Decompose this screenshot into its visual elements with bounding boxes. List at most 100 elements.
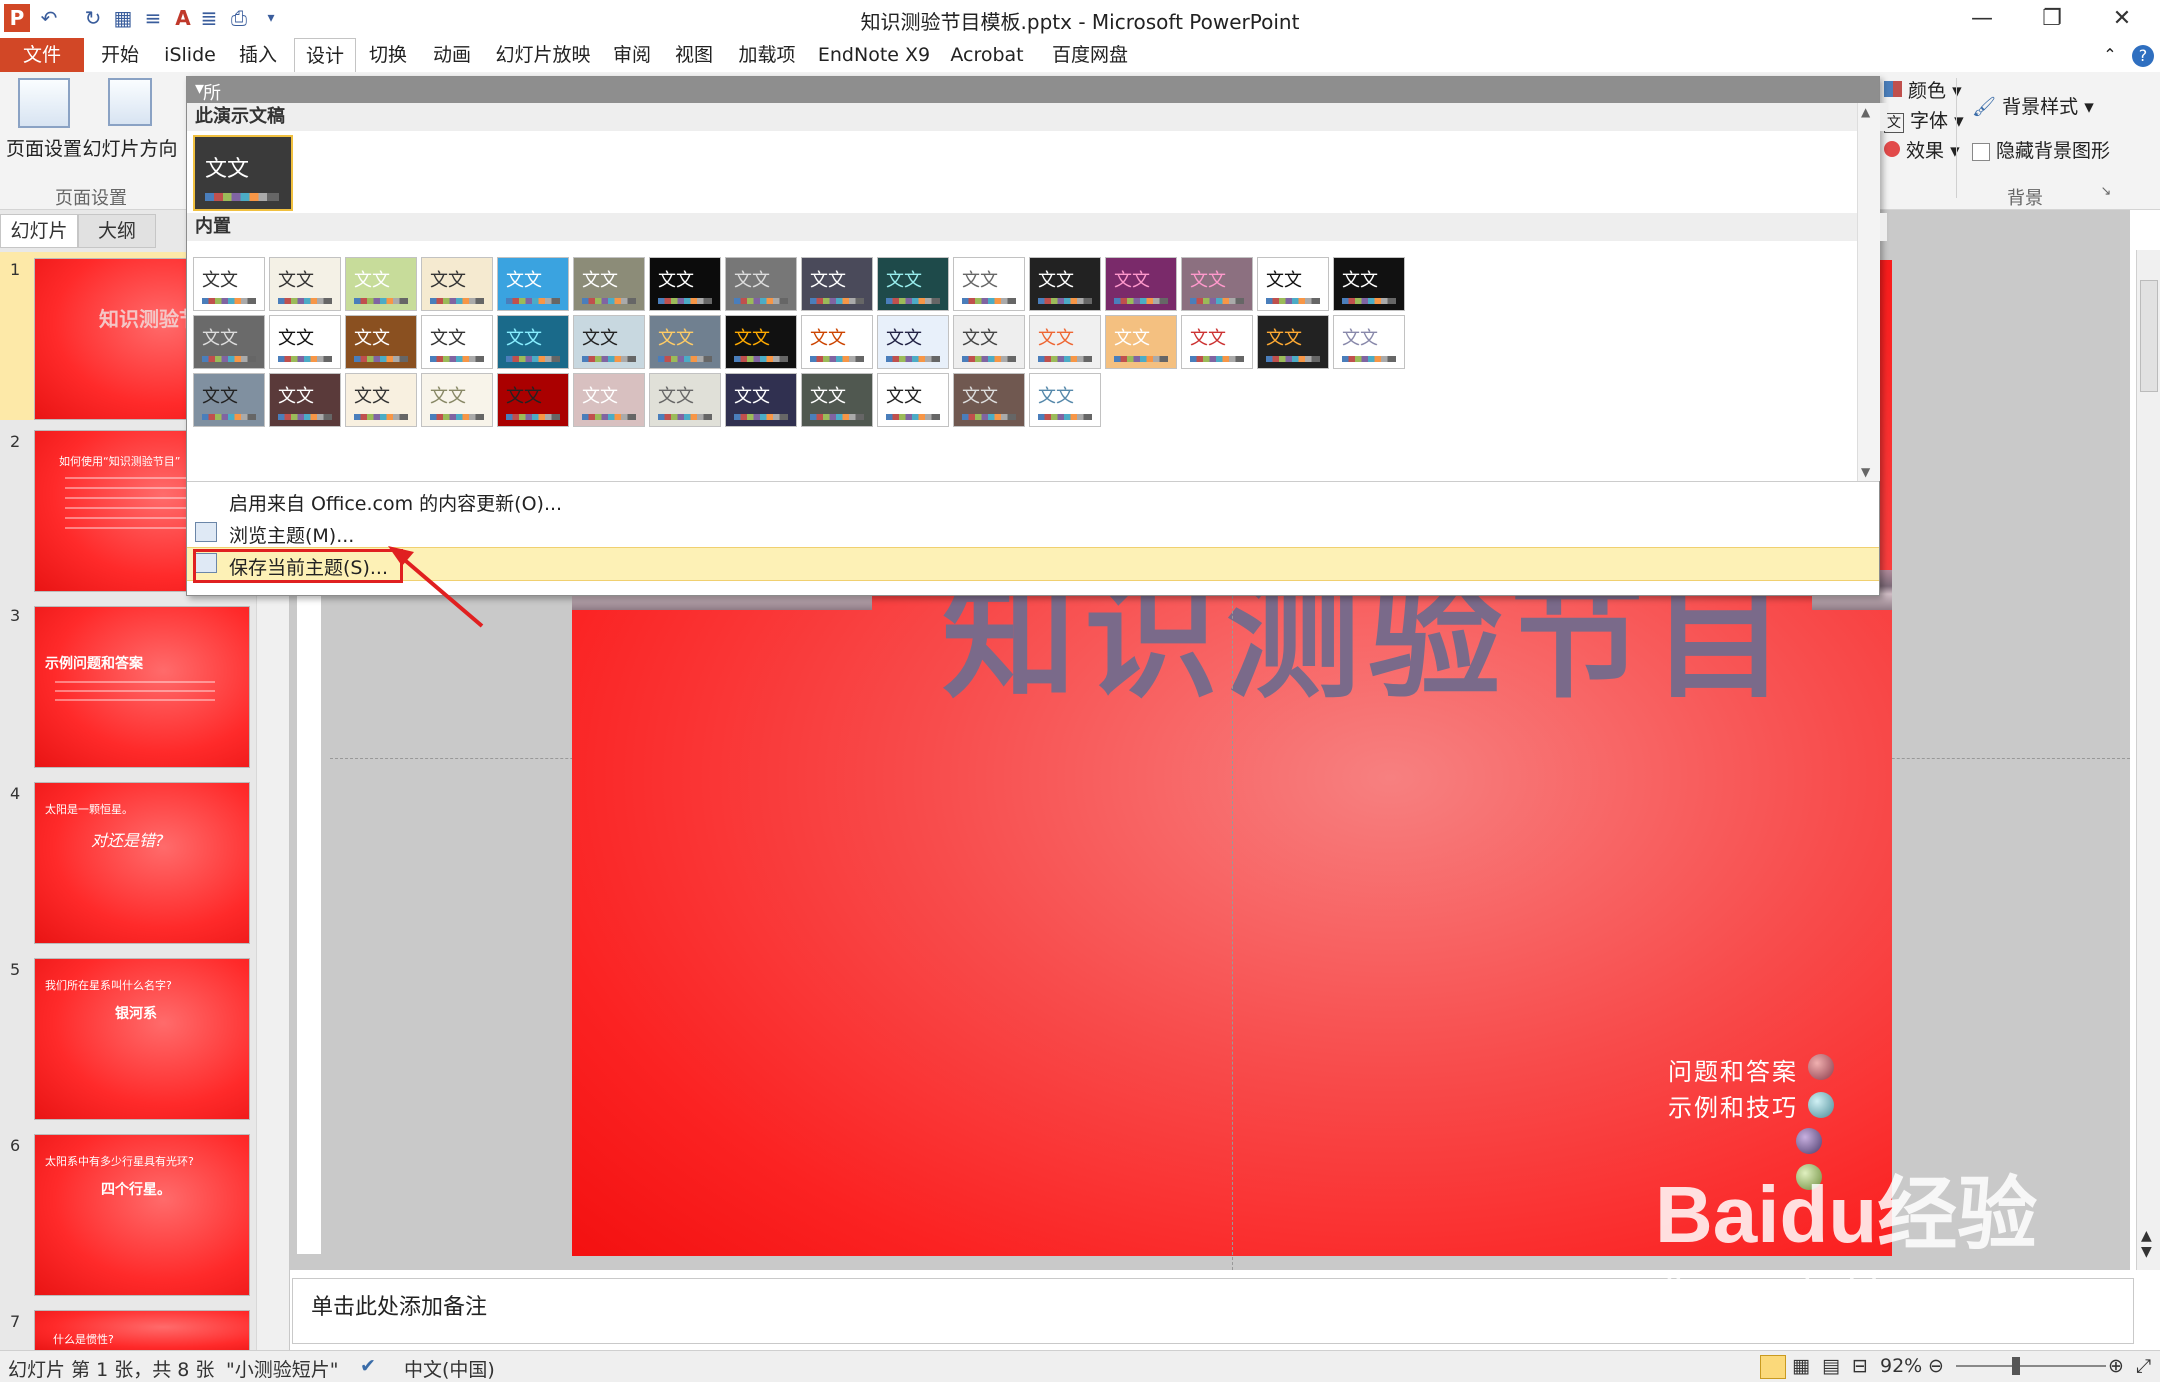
scroll-thumb[interactable] <box>2140 280 2158 392</box>
restore-button[interactable]: ❐ <box>2032 4 2072 34</box>
theme-thumbnail[interactable]: 文文 <box>345 315 417 369</box>
theme-effects-button[interactable]: 效果 ▾ <box>1884 136 1960 163</box>
theme-thumbnail[interactable]: 文文 <box>497 315 569 369</box>
theme-thumbnail[interactable]: 文文 <box>1181 257 1253 311</box>
reading-view-icon[interactable]: ▤ <box>1822 1355 1840 1377</box>
fit-to-window-icon[interactable]: ⤢ <box>2136 1355 2151 1377</box>
theme-gallery-filter[interactable]: 所有主题 ▾ <box>187 77 1879 182</box>
theme-thumbnail[interactable]: 文文 <box>573 373 645 427</box>
theme-thumbnail[interactable]: 文文 <box>1257 315 1329 369</box>
help-icon[interactable]: ? <box>2130 38 2156 72</box>
tab-slides[interactable]: 幻灯片 <box>0 214 78 248</box>
hide-background-checkbox[interactable]: 隐藏背景图形 <box>1972 136 2110 163</box>
tab-addins[interactable]: 加载项 <box>730 38 804 72</box>
background-styles-button[interactable]: 🖌 背景样式 ▾ <box>1972 92 2094 119</box>
zoom-level[interactable]: 92% <box>1880 1355 1922 1377</box>
slide-thumbnail-5[interactable]: 我们所在星系叫什么名字? 银河系 <box>34 958 250 1120</box>
theme-thumbnail[interactable]: 文文 <box>421 373 493 427</box>
theme-thumbnail[interactable]: 文文 <box>649 373 721 427</box>
spellcheck-icon[interactable]: ✔ <box>360 1355 376 1377</box>
slide-orientation-button[interactable]: 幻灯片方向 <box>82 78 178 161</box>
theme-thumbnail[interactable]: 文文 <box>649 257 721 311</box>
tab-animations[interactable]: 动画 <box>424 38 480 72</box>
theme-thumbnail[interactable]: 文文 <box>1105 257 1177 311</box>
theme-thumbnail[interactable]: 文文 <box>1257 257 1329 311</box>
theme-thumbnail[interactable]: 文文 <box>953 315 1025 369</box>
prev-next-slide-icon[interactable]: ▲ ▼ <box>2141 1228 2152 1260</box>
zoom-slider-thumb[interactable] <box>2012 1357 2020 1375</box>
theme-thumbnail[interactable]: 文文 <box>421 257 493 311</box>
tab-file[interactable]: 文件 <box>0 38 84 72</box>
theme-thumbnail[interactable]: 文文 <box>497 257 569 311</box>
slide-thumbnail-3[interactable]: 示例问题和答案 <box>34 606 250 768</box>
theme-thumbnail[interactable]: 文文 <box>345 373 417 427</box>
tab-slideshow[interactable]: 幻灯片放映 <box>488 38 598 72</box>
slide-item-qa[interactable]: 问题和答案 <box>1668 1052 1798 1087</box>
tab-outline[interactable]: 大纲 <box>78 214 156 248</box>
theme-thumbnail[interactable]: 文文 <box>1333 315 1405 369</box>
theme-thumbnail[interactable]: 文文 <box>953 373 1025 427</box>
tab-islide[interactable]: iSlide <box>156 38 224 72</box>
theme-thumbnail[interactable]: 文文 <box>725 373 797 427</box>
theme-thumbnail[interactable]: 文文 <box>1029 257 1101 311</box>
normal-view-icon[interactable] <box>1760 1355 1786 1379</box>
theme-thumbnail[interactable]: 文文 <box>725 315 797 369</box>
slide-thumbnail-4[interactable]: 太阳是一颗恒星。 对还是错? <box>34 782 250 944</box>
enable-office-updates-item[interactable]: 启用来自 Office.com 的内容更新(O)... <box>187 485 1879 515</box>
theme-thumbnail[interactable]: 文文 <box>877 315 949 369</box>
theme-thumbnail[interactable]: 文文 <box>269 257 341 311</box>
theme-thumbnail[interactable]: 文文 <box>1105 315 1177 369</box>
theme-thumbnail[interactable]: 文文 <box>573 257 645 311</box>
zoom-in-icon[interactable]: ⊕ <box>2108 1355 2124 1377</box>
tab-design[interactable]: 设计 <box>294 38 356 73</box>
tab-insert[interactable]: 插入 <box>230 38 286 72</box>
tab-acrobat[interactable]: Acrobat <box>944 38 1030 72</box>
theme-thumbnail[interactable]: 文文 <box>877 373 949 427</box>
tab-view[interactable]: 视图 <box>666 38 722 72</box>
slide-item-tips[interactable]: 示例和技巧 <box>1668 1088 1798 1123</box>
zoom-slider[interactable] <box>1956 1365 2106 1367</box>
zoom-out-icon[interactable]: ⊖ <box>1928 1355 1944 1377</box>
tab-endnote[interactable]: EndNote X9 <box>812 38 936 72</box>
theme-thumbnail[interactable]: 文文 <box>573 315 645 369</box>
theme-thumbnail[interactable]: 文文 <box>877 257 949 311</box>
theme-thumbnail[interactable]: 文文 <box>801 257 873 311</box>
theme-thumbnail[interactable]: 文文 <box>1333 257 1405 311</box>
close-button[interactable]: ✕ <box>2102 4 2142 34</box>
theme-thumbnail[interactable]: 文文 <box>345 257 417 311</box>
language-status[interactable]: 中文(中国) <box>404 1355 495 1382</box>
theme-thumbnail[interactable]: 文文 <box>421 315 493 369</box>
tab-transitions[interactable]: 切换 <box>360 38 416 72</box>
tab-review[interactable]: 审阅 <box>604 38 660 72</box>
editor-vertical-scrollbar[interactable]: ▲ ▼ <box>2136 250 2160 1270</box>
theme-thumbnail[interactable]: 文文 <box>649 315 721 369</box>
slide-sorter-icon[interactable]: ▦ <box>1792 1355 1810 1377</box>
theme-thumbnail[interactable]: 文文 <box>1029 373 1101 427</box>
theme-thumbnail[interactable]: 文文 <box>953 257 1025 311</box>
gallery-scrollbar[interactable]: ▲ ▼ <box>1857 103 1880 481</box>
theme-thumbnail[interactable]: 文文 <box>1029 315 1101 369</box>
theme-thumbnail[interactable]: 文文 <box>269 373 341 427</box>
slide-thumbnail-6[interactable]: 太阳系中有多少行星具有光环? 四个行星。 <box>34 1134 250 1296</box>
slide-thumbnail-7[interactable]: 什么是惯性? <box>34 1310 250 1352</box>
theme-colors-button[interactable]: 颜色 ▾ <box>1884 76 1962 103</box>
theme-thumbnail[interactable]: 文文 <box>193 373 265 427</box>
theme-thumbnail[interactable]: 文文 <box>269 315 341 369</box>
collapse-ribbon-icon[interactable]: ⌃ <box>2100 38 2120 72</box>
theme-thumbnail[interactable]: 文文 <box>193 257 265 311</box>
notes-placeholder[interactable]: 单击此处添加备注 <box>311 1289 487 1321</box>
theme-thumbnail[interactable]: 文文 <box>193 315 265 369</box>
slideshow-icon[interactable]: ⊟ <box>1852 1355 1868 1377</box>
page-setup-button[interactable]: 页面设置 <box>6 78 82 161</box>
minimize-button[interactable]: — <box>1962 4 2002 34</box>
tab-home[interactable]: 开始 <box>90 38 150 72</box>
tab-baidu-netdisk[interactable]: 百度网盘 <box>1040 38 1140 72</box>
theme-thumbnail[interactable]: 文文 <box>725 257 797 311</box>
theme-thumbnail[interactable]: 文文 <box>497 373 569 427</box>
theme-thumbnail[interactable]: 文文 <box>801 315 873 369</box>
background-dialog-launcher-icon[interactable]: ↘ <box>2096 184 2116 199</box>
theme-current[interactable]: 文文 <box>193 135 293 211</box>
theme-thumbnail[interactable]: 文文 <box>1181 315 1253 369</box>
theme-fonts-button[interactable]: 文 字体 ▾ <box>1884 106 1964 133</box>
theme-thumbnail[interactable]: 文文 <box>801 373 873 427</box>
